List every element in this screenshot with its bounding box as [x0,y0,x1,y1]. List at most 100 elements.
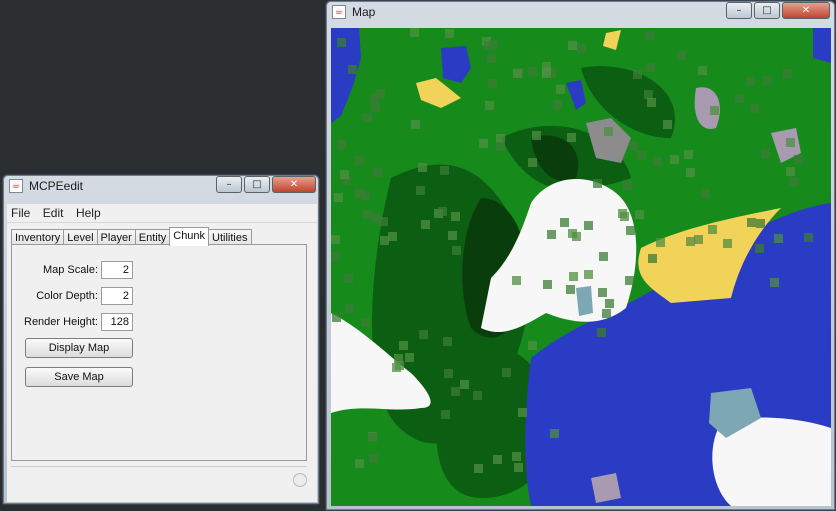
tree-block [496,142,505,151]
tree-block [550,429,559,438]
tree-block [528,67,537,76]
tab-chunk[interactable]: Chunk [169,227,210,246]
tree-block [445,29,454,38]
close-button[interactable]: ✕ [272,176,316,193]
menu-file[interactable]: File [7,204,34,222]
tree-block [567,133,576,142]
tree-block [528,341,537,350]
tree-block [794,155,803,164]
maximize-button[interactable]: □ [244,176,270,193]
tree-block [644,90,653,99]
tree-block [373,168,382,177]
tree-block [440,166,449,175]
color-depth-input[interactable] [101,287,133,305]
tree-block [344,274,353,283]
tree-block [750,104,759,113]
tree-block [774,234,783,243]
tree-block [747,218,756,227]
tree-block [635,210,644,219]
map-scale-input[interactable] [101,261,133,279]
tree-block [369,454,378,463]
editor-title: MCPEedit [29,179,84,193]
tree-block [602,309,611,318]
menu-edit[interactable]: Edit [39,204,68,222]
terrain-sand [416,78,461,108]
tree-block [647,98,656,107]
tree-block [485,101,494,110]
tree-block [556,85,565,94]
map-title: Map [352,5,376,19]
tree-block [345,304,354,313]
tree-block [597,328,606,337]
tree-block [804,233,813,242]
tree-block [348,65,357,74]
tree-block [653,157,662,166]
terrain-water [566,80,586,110]
menu-help[interactable]: Help [72,204,105,222]
tree-block [421,220,430,229]
map-maximize-button[interactable]: □ [754,2,780,19]
tree-block [474,464,483,473]
terrain-map[interactable] [331,28,831,506]
tree-block [560,218,569,227]
tree-block [379,217,388,226]
tree-block [484,41,493,50]
tree-block [618,209,627,218]
busy-indicator-icon [293,473,307,487]
tree-block [761,149,770,158]
tree-block [443,337,452,346]
save-map-button[interactable]: Save Map [25,367,133,387]
tree-block [528,158,537,167]
map-minimize-button[interactable]: – [726,2,752,19]
tree-block [786,138,795,147]
tree-block [735,94,744,103]
tree-block [723,239,732,248]
tree-block [569,272,578,281]
tree-block [626,226,635,235]
tree-block [355,189,364,198]
tree-block [584,221,593,230]
tree-block [553,100,562,109]
java-cup-icon: ☕ [9,179,23,193]
tree-block [513,69,522,78]
tree-block [410,28,419,37]
terrain-clay [591,473,621,503]
render-height-input[interactable] [101,313,133,331]
tree-block [512,452,521,461]
tree-block [694,235,703,244]
tree-block [663,120,672,129]
map-close-button[interactable]: ✕ [782,2,830,19]
tree-block [363,113,372,122]
tree-block [605,299,614,308]
tree-block [388,232,397,241]
tree-block [331,235,340,244]
tree-block [566,285,575,294]
tree-block [568,41,577,50]
display-map-button[interactable]: Display Map [25,338,133,358]
tree-block [411,120,420,129]
mcpeedit-window: ☕ MCPEedit – □ ✕ File Edit Help Inventor… [2,174,320,505]
tree-block [473,391,482,400]
tree-block [593,179,602,188]
tree-block [394,354,403,363]
tree-block [361,318,370,327]
tree-block [441,410,450,419]
tree-block [438,207,447,216]
tree-block [698,66,707,75]
tree-block [340,170,349,179]
map-titlebar[interactable]: ☕ Map – □ ✕ [326,1,835,23]
map-canvas-area [331,28,831,506]
minimize-button[interactable]: – [216,176,242,193]
tree-block [623,181,632,190]
tree-block [686,168,695,177]
tree-block [444,369,453,378]
tree-block [755,244,764,253]
tree-block [488,79,497,88]
tree-block [337,140,346,149]
editor-client-area: File Edit Help Inventory Level Player Entit… [7,204,317,502]
tree-block [763,76,772,85]
editor-titlebar[interactable]: ☕ MCPEedit – □ ✕ [3,175,319,197]
tree-block [577,44,586,53]
tree-block [789,177,798,186]
tree-block [376,89,385,98]
